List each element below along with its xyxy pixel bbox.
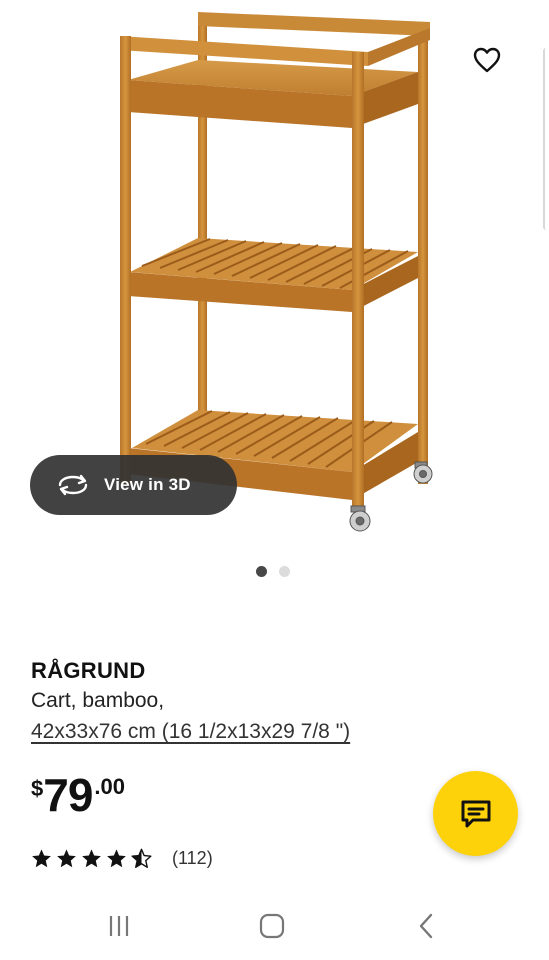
view-in-3d-label: View in 3D <box>104 475 191 494</box>
carousel-dot-1[interactable] <box>256 565 267 577</box>
price-decimal: .00 <box>94 774 126 799</box>
back-icon <box>419 913 433 939</box>
chat-bubble-icon <box>461 800 490 827</box>
product-gallery[interactable]: View in 3D <box>0 0 549 600</box>
star-full-icon <box>32 849 51 868</box>
product-name: RÅGRUND <box>31 658 146 683</box>
product-price: $ 79 .00 <box>31 770 125 820</box>
price-currency: $ <box>31 776 44 801</box>
product-description: Cart, bamboo, <box>31 689 165 712</box>
carousel-dot-2[interactable] <box>279 565 290 577</box>
home-button[interactable] <box>242 908 302 944</box>
system-nav-bar <box>0 892 549 960</box>
favorite-button[interactable] <box>463 38 511 82</box>
scroll-indicator <box>543 48 549 230</box>
star-half-icon <box>131 848 152 868</box>
star-full-icon <box>82 849 101 868</box>
home-icon <box>259 913 285 939</box>
product-size-link[interactable]: 42x33x76 cm (16 1/2x13x29 7/8 ") <box>31 720 350 744</box>
carousel-dots <box>256 564 290 578</box>
rating[interactable]: (112) <box>31 848 213 869</box>
recent-apps-icon <box>109 916 129 936</box>
star-full-icon <box>107 849 126 868</box>
chat-button[interactable] <box>433 771 518 856</box>
price-integer: 79 <box>43 769 93 821</box>
heart-outline-icon <box>473 47 501 73</box>
view-in-3d-button[interactable]: View in 3D <box>30 455 237 515</box>
recent-apps-button[interactable] <box>89 908 149 944</box>
back-button[interactable] <box>396 908 456 944</box>
star-full-icon <box>57 849 76 868</box>
rotate-3d-icon <box>56 473 90 497</box>
review-count: (112) <box>172 848 213 868</box>
star-rating <box>31 848 152 869</box>
